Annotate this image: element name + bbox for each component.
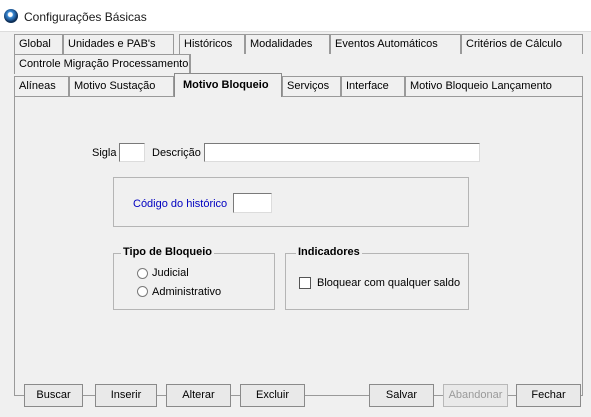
tab-motivo-bloqueio-lancamento[interactable]: Motivo Bloqueio Lançamento	[405, 76, 583, 96]
salvar-button[interactable]: Salvar	[369, 384, 434, 407]
tipo-bloqueio-group	[113, 253, 275, 310]
excluir-button[interactable]: Excluir	[240, 384, 305, 407]
buscar-button[interactable]: Buscar	[24, 384, 83, 407]
tab-motivo-bloqueio[interactable]: Motivo Bloqueio	[174, 73, 282, 97]
codigo-historico-input[interactable]	[233, 193, 272, 213]
tab-motivo-sustacao[interactable]: Motivo Sustação	[69, 76, 174, 96]
tab-alineas[interactable]: Alíneas	[14, 76, 69, 96]
tab-criterios-calculo[interactable]: Critérios de Cálculo	[461, 34, 583, 54]
tab-modalidades[interactable]: Modalidades	[245, 34, 330, 54]
judicial-label: Judicial	[152, 267, 189, 279]
app-icon	[4, 9, 18, 23]
title-bar: Configurações Básicas	[0, 0, 591, 32]
inserir-button[interactable]: Inserir	[95, 384, 157, 407]
codigo-historico-label: Código do histórico	[133, 198, 228, 210]
tab-row2-spacer	[190, 54, 583, 74]
tipo-bloqueio-title: Tipo de Bloqueio	[121, 246, 215, 258]
administrativo-label: Administrativo	[152, 286, 222, 298]
tab-controle-migracao[interactable]: Controle Migração Processamento	[14, 54, 190, 74]
administrativo-radio[interactable]	[137, 286, 148, 297]
tab-interface[interactable]: Interface	[341, 76, 405, 96]
tab-global[interactable]: Global	[14, 34, 63, 54]
tab-unidades-pabs[interactable]: Unidades e PAB's	[63, 34, 174, 54]
tab-historicos[interactable]: Históricos	[179, 34, 245, 54]
sigla-input[interactable]	[119, 143, 145, 162]
fechar-button[interactable]: Fechar	[516, 384, 581, 407]
descricao-input[interactable]	[204, 143, 480, 162]
tab-servicos[interactable]: Serviços	[282, 76, 341, 96]
descricao-label: Descrição	[152, 147, 201, 159]
abandonar-button[interactable]: Abandonar	[443, 384, 508, 407]
bloquear-qualquer-saldo-checkbox[interactable]	[299, 277, 311, 289]
tab-eventos-automaticos[interactable]: Eventos Automáticos	[330, 34, 461, 54]
window-title: Configurações Básicas	[24, 10, 147, 24]
bloquear-qualquer-saldo-label: Bloquear com qualquer saldo	[317, 277, 461, 289]
indicadores-title: Indicadores	[296, 246, 362, 258]
sigla-label: Sigla	[92, 147, 117, 159]
alterar-button[interactable]: Alterar	[166, 384, 231, 407]
judicial-radio[interactable]	[137, 268, 148, 279]
